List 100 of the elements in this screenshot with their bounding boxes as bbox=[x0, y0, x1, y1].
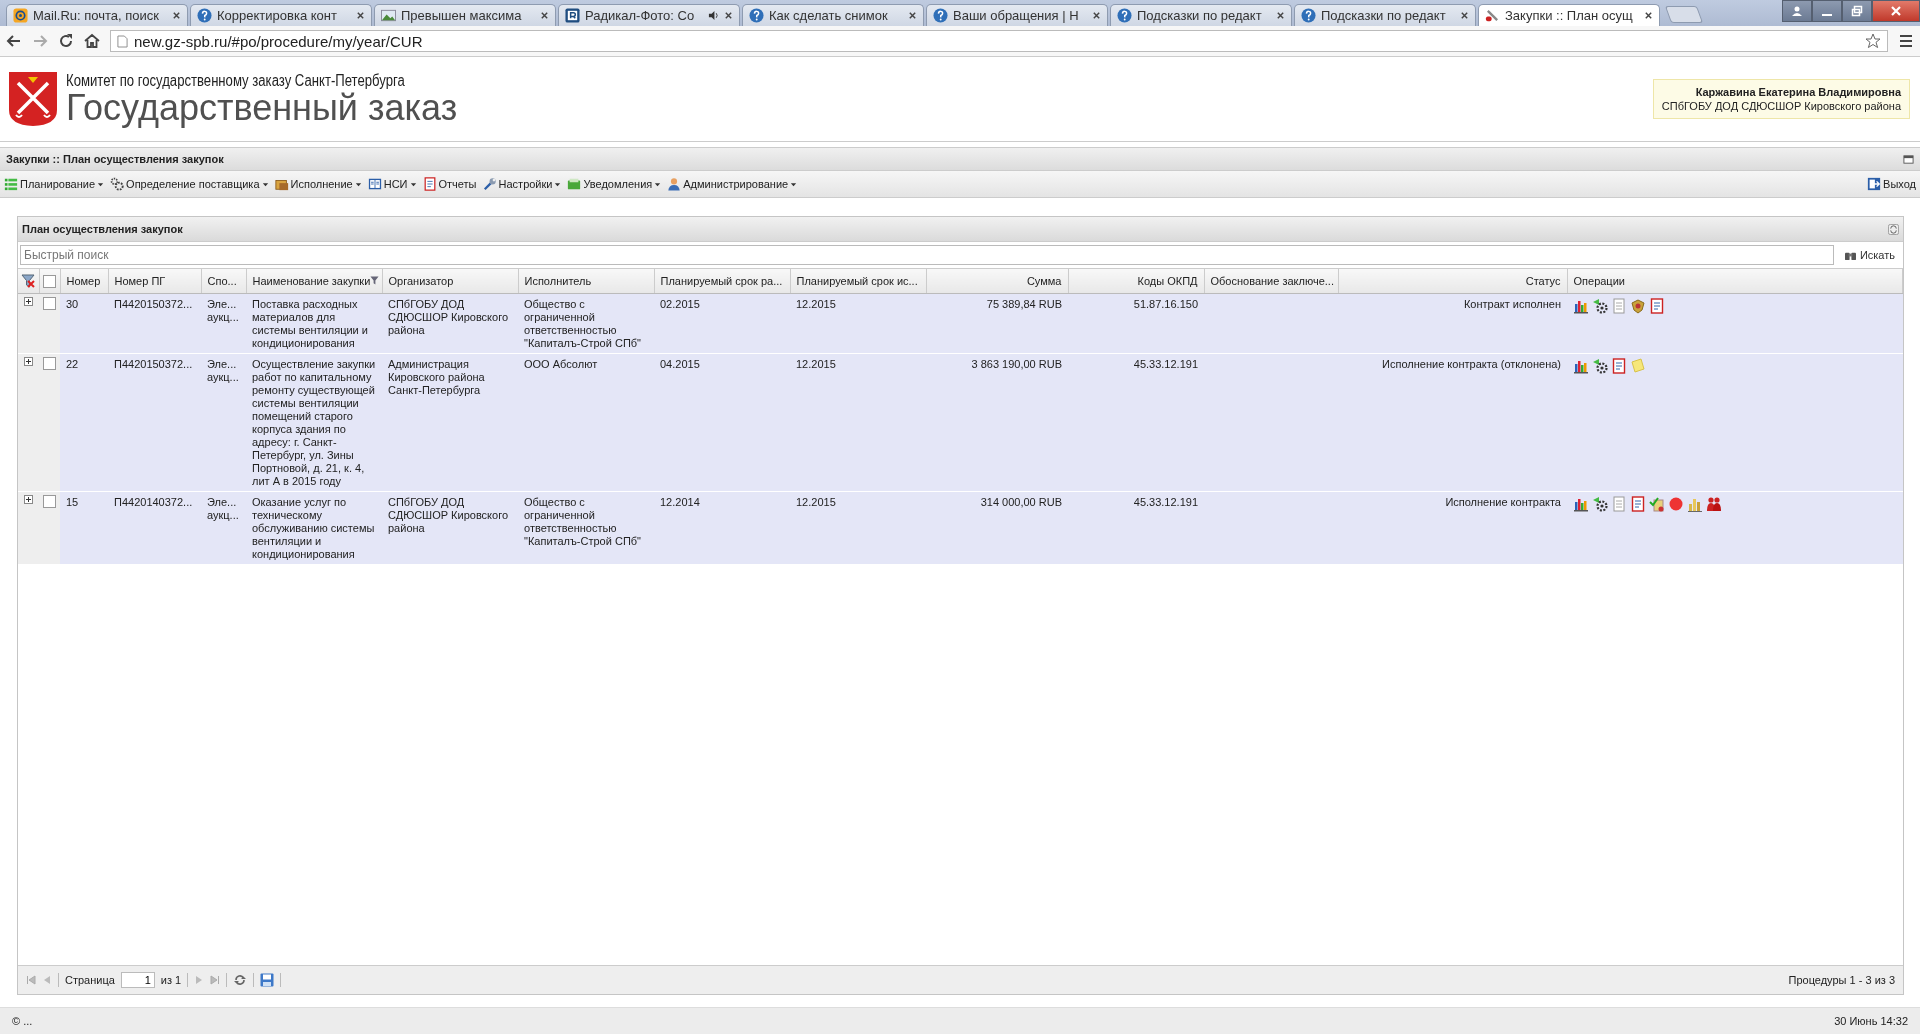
table-cell: Эле... аукц... bbox=[207, 496, 239, 521]
profile-button[interactable] bbox=[1782, 0, 1812, 22]
select-all-checkbox[interactable] bbox=[43, 274, 56, 288]
close-button[interactable] bbox=[1872, 0, 1920, 22]
inbox-icon bbox=[567, 177, 582, 191]
menu-item[interactable]: Администрирование bbox=[667, 176, 798, 192]
bar-chart-icon[interactable] bbox=[1687, 496, 1703, 512]
column-header[interactable]: Обоснование заключе... bbox=[1204, 269, 1338, 294]
tab-title: Превышен максима bbox=[401, 8, 523, 23]
clear-filter-icon[interactable] bbox=[21, 274, 36, 289]
gear-icon[interactable] bbox=[1592, 496, 1608, 512]
collapse-icon[interactable] bbox=[1903, 153, 1914, 165]
row-checkbox[interactable] bbox=[43, 296, 56, 310]
menu-item[interactable]: НСИ bbox=[367, 176, 417, 192]
column-header[interactable]: Статус bbox=[1338, 269, 1567, 294]
row-checkbox[interactable] bbox=[43, 494, 56, 508]
table-cell: 30 bbox=[66, 298, 79, 310]
person-icon bbox=[1791, 5, 1803, 17]
bar-chart-icon[interactable] bbox=[1573, 358, 1589, 374]
bar-chart-icon[interactable] bbox=[1573, 496, 1589, 512]
table-cell: П4420150372... bbox=[114, 358, 193, 370]
bar-chart-icon[interactable] bbox=[1573, 298, 1589, 314]
search-button[interactable]: Искать bbox=[1837, 245, 1901, 265]
table-cell: 75 389,84 RUB bbox=[986, 298, 1062, 310]
checklist-icon[interactable] bbox=[1649, 496, 1665, 512]
menu-icon[interactable] bbox=[1898, 33, 1914, 49]
close-icon[interactable] bbox=[1644, 11, 1653, 20]
menu-item[interactable]: Определение поставщика bbox=[110, 176, 269, 192]
logout-button[interactable]: Выход bbox=[1867, 176, 1916, 192]
close-icon bbox=[1890, 5, 1902, 17]
browser-tab[interactable]: Закупки :: План осущ bbox=[1478, 4, 1660, 26]
close-icon[interactable] bbox=[356, 11, 365, 20]
row-checkbox[interactable] bbox=[43, 356, 56, 370]
search-field[interactable]: Быстрый поиск bbox=[20, 245, 1834, 265]
star-icon[interactable] bbox=[1865, 33, 1881, 49]
close-icon[interactable] bbox=[172, 11, 181, 20]
maximize-button[interactable] bbox=[1842, 0, 1872, 22]
column-header[interactable]: Организатор bbox=[382, 269, 518, 294]
report-icon bbox=[422, 177, 437, 191]
back-icon[interactable] bbox=[6, 33, 22, 49]
save-icon[interactable] bbox=[260, 973, 275, 987]
column-header[interactable]: Сумма bbox=[926, 269, 1068, 294]
refresh-icon[interactable] bbox=[1888, 223, 1899, 235]
column-header[interactable]: Коды ОКПД bbox=[1068, 269, 1204, 294]
record-icon[interactable] bbox=[1668, 496, 1684, 512]
help-icon bbox=[1301, 8, 1316, 23]
tab-title: Mail.Ru: почта, поиск bbox=[33, 8, 161, 23]
expand-icon[interactable] bbox=[24, 495, 33, 504]
column-header[interactable]: Номер bbox=[60, 269, 108, 294]
emblem-icon[interactable] bbox=[1630, 298, 1646, 314]
gear-icon[interactable] bbox=[1592, 298, 1608, 314]
column-header[interactable]: Наименование закупки bbox=[246, 269, 382, 294]
column-header[interactable]: Планируемый срок ра... bbox=[654, 269, 790, 294]
notebook-icon[interactable] bbox=[1630, 496, 1646, 512]
close-icon[interactable] bbox=[908, 11, 917, 20]
column-header[interactable]: Номер ПГ bbox=[108, 269, 201, 294]
table-cell: 04.2015 bbox=[660, 358, 700, 370]
table-cell: 3 863 190,00 RUB bbox=[971, 358, 1062, 370]
menu-item[interactable]: Настройки bbox=[482, 176, 562, 192]
close-icon[interactable] bbox=[1276, 11, 1285, 20]
minimize-button[interactable] bbox=[1812, 0, 1842, 22]
browser-tab[interactable]: Ваши обращения | Н bbox=[926, 4, 1108, 26]
committee-name: Комитет по государственному заказу Санкт-Петербурга bbox=[66, 72, 405, 90]
reload-icon[interactable] bbox=[58, 33, 74, 49]
people-icon[interactable] bbox=[1706, 496, 1722, 512]
column-header[interactable]: Исполнитель bbox=[518, 269, 654, 294]
table-cell: Эле... аукц... bbox=[207, 298, 239, 323]
table-cell: 314 000,00 RUB bbox=[980, 496, 1062, 508]
browser-tab[interactable]: Mail.Ru: почта, поиск bbox=[6, 4, 188, 26]
column-header[interactable]: Спо... bbox=[201, 269, 246, 294]
table-cell: Исполнение контракта bbox=[1445, 496, 1561, 508]
browser-tab[interactable]: Корректировка конт bbox=[190, 4, 372, 26]
notebook-icon[interactable] bbox=[1649, 298, 1665, 314]
menu-item[interactable]: Уведомления bbox=[567, 176, 662, 192]
close-icon[interactable] bbox=[1460, 11, 1469, 20]
close-icon[interactable] bbox=[724, 11, 733, 20]
home-icon[interactable] bbox=[84, 33, 100, 49]
expand-icon[interactable] bbox=[24, 357, 33, 366]
menu-item[interactable]: Отчеты bbox=[422, 176, 477, 192]
browser-tab[interactable]: Радикал-Фото: Co bbox=[558, 4, 740, 26]
column-header[interactable]: Операции bbox=[1567, 269, 1903, 294]
tab-title: Как сделать снимок bbox=[769, 8, 889, 23]
browser-tab[interactable]: Превышен максима bbox=[374, 4, 556, 26]
close-icon[interactable] bbox=[1092, 11, 1101, 20]
expand-icon[interactable] bbox=[24, 297, 33, 306]
browser-tab[interactable]: Как сделать снимок bbox=[742, 4, 924, 26]
close-icon[interactable] bbox=[540, 11, 549, 20]
gear-icon[interactable] bbox=[1592, 358, 1608, 374]
browser-tab[interactable]: Подсказки по редакт bbox=[1294, 4, 1476, 26]
refresh-icon[interactable] bbox=[233, 973, 248, 987]
browser-tab[interactable]: Подсказки по редакт bbox=[1110, 4, 1292, 26]
menu-item[interactable]: Исполнение bbox=[274, 176, 362, 192]
restore-icon bbox=[1851, 5, 1863, 17]
square-r-icon bbox=[565, 8, 580, 23]
notebook-icon[interactable] bbox=[1611, 358, 1627, 374]
column-header[interactable]: Планируемый срок ис... bbox=[790, 269, 926, 294]
address-bar[interactable]: new.gz-spb.ru/#po/procedure/my/year/CUR bbox=[110, 30, 1888, 52]
url-text: new.gz-spb.ru/#po/procedure/my/year/CUR bbox=[134, 32, 424, 50]
page-field[interactable]: 1 bbox=[120, 972, 155, 988]
menu-item[interactable]: Планирование bbox=[4, 176, 105, 192]
